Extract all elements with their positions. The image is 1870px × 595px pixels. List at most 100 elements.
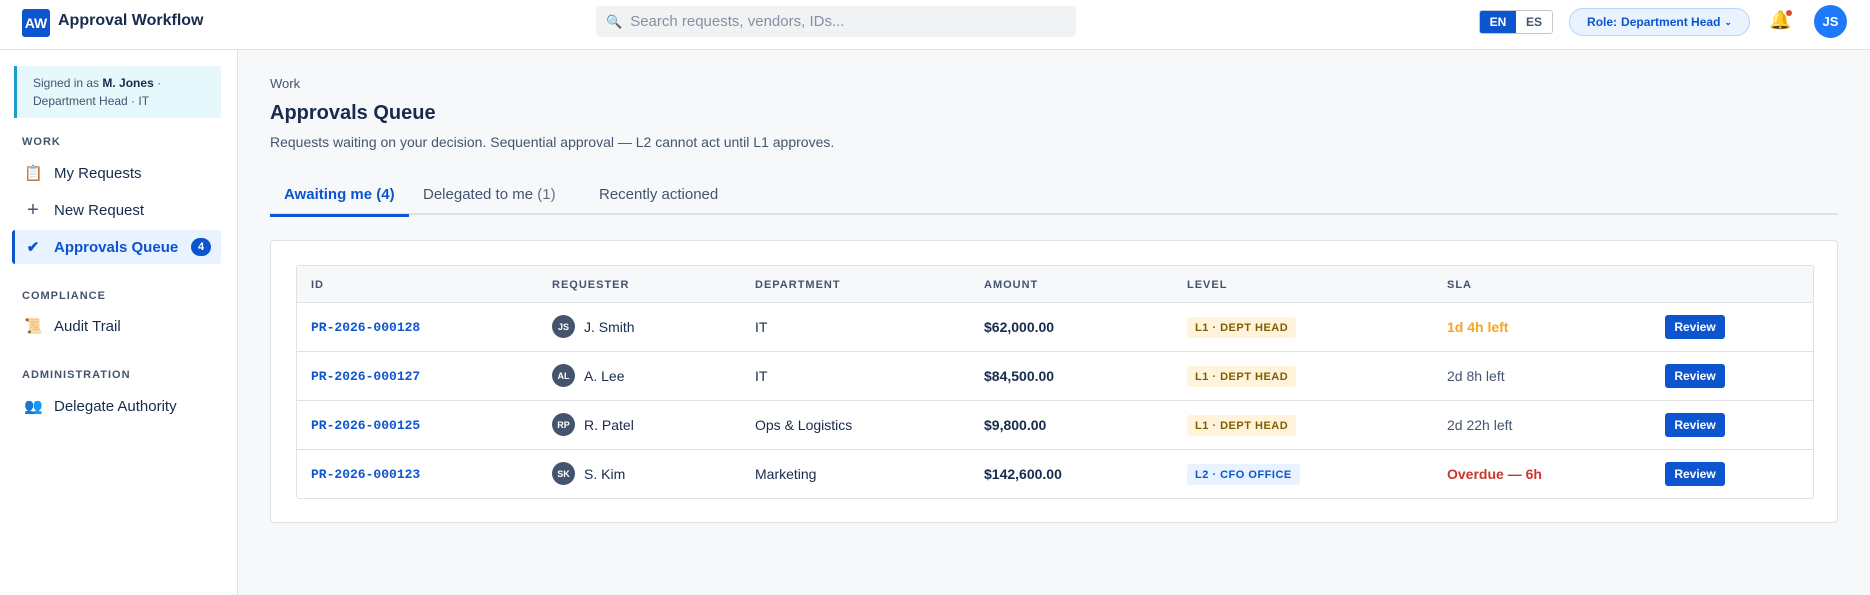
sla-status: Overdue — 6h [1447,466,1542,482]
department: Ops & Logistics [755,417,853,433]
sidebar-item-delegate-authority[interactable]: 👥 Delegate Authority [12,389,221,423]
request-id-link[interactable]: PR-2026-000128 [311,320,420,335]
amount: $9,800.00 [984,417,1047,433]
tab-label: Awaiting me [284,186,373,203]
approvals-table: ID REQUESTER DEPARTMENT AMOUNT LEVEL SLA… [296,265,1814,499]
user-avatar[interactable]: JS [1814,5,1847,38]
requester: AL A. Lee [552,364,624,387]
breadcrumb[interactable]: Work [270,76,300,91]
avatar: JS [552,315,575,338]
app-logo[interactable]: AW [22,9,50,37]
section-label-compliance: COMPLIANCE [22,290,106,302]
amount: $62,000.00 [984,319,1055,335]
sidebar: Signed in as M. Jones · Department Head … [0,50,238,595]
level-badge: L1 · DEPT HEAD [1187,366,1297,387]
requester-name: J. Smith [584,318,635,335]
table-row: PR-2026-000128 JS J. Smith IT $62,000.00… [297,303,1813,352]
signed-detail: Department Head · IT [33,94,150,108]
review-button[interactable]: Review [1665,462,1725,486]
scroll-icon: 📜 [24,318,43,335]
sidebar-item-my-requests[interactable]: 📋 My Requests [12,156,221,190]
signed-in-banner: Signed in as M. Jones · Department Head … [14,66,221,118]
tab-count: (1) [537,186,556,203]
sidebar-item-label: My Requests [54,164,142,182]
clipboard-icon: 📋 [24,165,43,182]
plus-icon: + [27,198,39,221]
role-selector[interactable]: Role: Department Head ⌄ [1569,8,1750,36]
column-header-sla[interactable]: SLA [1447,279,1472,291]
table-row: PR-2026-000127 AL A. Lee IT $84,500.00 L… [297,352,1813,401]
level-badge: L2 · CFO OFFICE [1187,464,1300,485]
queue-tabs: Awaiting me (4) Delegated to me (1) Rece… [270,179,1838,217]
level-badge: L1 · DEPT HEAD [1187,415,1297,436]
sla-status: 2d 22h left [1447,417,1513,433]
request-id-link[interactable]: PR-2026-000125 [311,418,420,433]
sidebar-item-audit-trail[interactable]: 📜 Audit Trail [12,309,221,343]
chevron-down-icon: ⌄ [1724,16,1732,27]
table-header: ID REQUESTER DEPARTMENT AMOUNT LEVEL SLA [297,266,1813,303]
sla-status: 1d 4h left [1447,319,1509,335]
requester-name: A. Lee [584,367,625,384]
section-label-administration: ADMINISTRATION [22,369,131,381]
tab-label: Delegated to me [423,186,534,203]
avatar: RP [552,413,575,436]
review-button[interactable]: Review [1665,364,1725,388]
tab-awaiting-me[interactable]: Awaiting me (4) [270,186,409,217]
lang-es-button[interactable]: ES [1516,11,1552,33]
sidebar-item-approvals-queue[interactable]: ✔ Approvals Queue 4 [12,230,221,264]
tab-delegated-to-me[interactable]: Delegated to me (1) [409,186,570,215]
table-row: PR-2026-000123 SK S. Kim Marketing $142,… [297,450,1813,498]
page-title: Approvals Queue [270,102,436,124]
role-label: Role: [1587,15,1618,29]
department: IT [755,368,768,384]
level-badge: L1 · DEPT HEAD [1187,317,1297,338]
request-id-link[interactable]: PR-2026-000123 [311,467,420,482]
avatar: AL [552,364,575,387]
review-button[interactable]: Review [1665,413,1725,437]
tab-count: (4) [376,186,395,203]
review-button[interactable]: Review [1665,315,1725,339]
table-row: PR-2026-000125 RP R. Patel Ops & Logisti… [297,401,1813,450]
language-switcher: EN ES [1479,10,1553,34]
requester-name: R. Patel [584,416,634,433]
sidebar-item-label: Delegate Authority [54,397,177,415]
department: IT [755,319,768,335]
users-icon: 👥 [24,398,43,415]
lang-en-button[interactable]: EN [1480,11,1516,33]
page-description: Requests waiting on your decision. Seque… [270,134,835,150]
requester: SK S. Kim [552,462,625,485]
sidebar-item-label: Approvals Queue [54,238,179,256]
search-icon: 🔍 [606,13,623,29]
sla-status: 2d 8h left [1447,368,1505,384]
signed-name: M. Jones [102,76,154,90]
department: Marketing [755,466,817,482]
signed-prefix: Signed in as [33,76,100,90]
amount: $142,600.00 [984,466,1062,482]
sidebar-item-label: New Request [54,201,145,219]
app-title: Approval Workflow [58,12,204,29]
sidebar-item-label: Audit Trail [54,317,121,335]
amount: $84,500.00 [984,368,1055,384]
top-bar: AW Approval Workflow 🔍 EN ES Role: Depar… [0,0,1870,50]
role-value: Department Head [1621,15,1721,29]
search-input[interactable] [630,13,1051,30]
column-header-department[interactable]: DEPARTMENT [755,279,841,291]
column-header-requester[interactable]: REQUESTER [552,279,629,291]
tab-recently-actioned[interactable]: Recently actioned [585,186,732,215]
column-header-amount[interactable]: AMOUNT [984,279,1038,291]
avatar: SK [552,462,575,485]
search-box[interactable]: 🔍 [596,6,1076,37]
sidebar-item-new-request[interactable]: + New Request [12,193,221,227]
requester: RP R. Patel [552,413,634,436]
tab-label: Recently actioned [599,186,719,203]
requester: JS J. Smith [552,315,635,338]
section-label-work: WORK [22,136,61,148]
approvals-count-badge: 4 [191,238,211,256]
request-id-link[interactable]: PR-2026-000127 [311,369,420,384]
column-header-id[interactable]: ID [311,279,324,291]
notification-dot [1786,10,1792,16]
requester-name: S. Kim [584,465,626,482]
queue-panel: ID REQUESTER DEPARTMENT AMOUNT LEVEL SLA… [270,240,1838,523]
signed-suffix: · [153,76,162,90]
column-header-level[interactable]: LEVEL [1187,279,1227,291]
